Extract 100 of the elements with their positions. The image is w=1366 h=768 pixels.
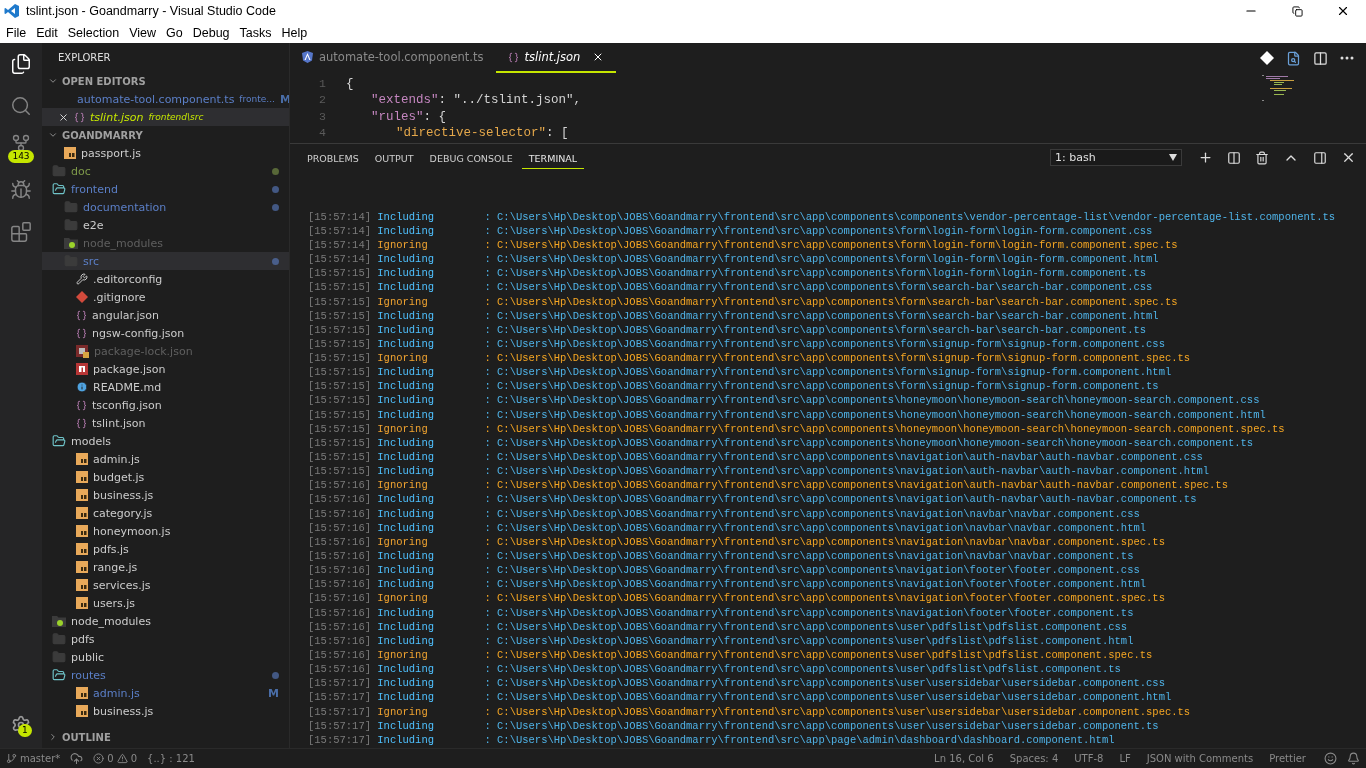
status-item[interactable]: Prettier xyxy=(1269,753,1306,764)
log-path: : C:\Users\Hp\Desktop\JOBS\Goandmarry\frontend\src\app\components\navigation\footer\footer.component.spec.ts xyxy=(484,591,1165,606)
js-file-icon xyxy=(76,489,88,501)
tree-item[interactable]: pdfs.js xyxy=(42,540,289,558)
status-item[interactable]: Ln 16, Col 6 xyxy=(934,753,994,764)
panel-tab[interactable]: PROBLEMS xyxy=(300,146,366,169)
log-action: Including xyxy=(377,393,436,408)
file-name: .editorconfig xyxy=(93,272,163,286)
tree-item[interactable]: doc xyxy=(42,162,289,180)
log-path: : C:\Users\Hp\Desktop\JOBS\Goandmarry\frontend\src\app\components\honeymoon\honeymoon-search\honeymoon-search.component.ts xyxy=(484,435,1254,451)
section-header[interactable]: OUTLINE xyxy=(42,728,289,746)
tree-item[interactable]: budget.js xyxy=(42,468,289,486)
close-icon[interactable] xyxy=(58,111,69,123)
tree-item[interactable]: pdfs xyxy=(42,630,289,648)
tree-item[interactable]: range.js xyxy=(42,558,289,576)
section-header[interactable]: OPEN EDITORS xyxy=(42,72,289,90)
log-time: [15:57:15] xyxy=(308,308,371,323)
tree-item[interactable]: users.js xyxy=(42,594,289,612)
log-path: : C:\Users\Hp\Desktop\JOBS\Goandmarry\frontend\src\app\page\admin\dashboard\dashboard.component.html xyxy=(484,732,1115,747)
log-time: [15:57:15] xyxy=(308,407,371,422)
log-path: : C:\Users\Hp\Desktop\JOBS\Goandmarry\frontend\src\app\components\user\pdfslist\pdfslist.component.spec.ts xyxy=(484,648,1153,663)
tree-item[interactable]: services.js xyxy=(42,576,289,594)
tree-item[interactable]: frontend xyxy=(42,180,289,198)
branch-icon xyxy=(6,753,17,764)
panel-tab[interactable]: DEBUG CONSOLE xyxy=(422,146,520,169)
code-line: "rules": { xyxy=(370,108,448,125)
tree-item[interactable]: category.js xyxy=(42,504,289,522)
tree-item[interactable]: models xyxy=(42,432,289,450)
status-item[interactable]: JSON with Comments xyxy=(1146,753,1254,764)
file-name: tsconfig.json xyxy=(92,398,162,412)
status-item[interactable]: Spaces: 4 xyxy=(1009,753,1059,764)
log-path: : C:\Users\Hp\Desktop\JOBS\Goandmarry\frontend\src\app\components\form\login-form\login-form.component.html xyxy=(484,252,1159,267)
open-folder-icon xyxy=(52,668,66,682)
panel-tab[interactable]: TERMINAL xyxy=(521,146,585,169)
more-icon[interactable] xyxy=(1340,56,1354,60)
open-editor-item[interactable]: tslint.json frontend\src xyxy=(42,108,289,126)
file-name: package.json xyxy=(93,362,166,376)
menu-item[interactable]: View xyxy=(124,25,161,40)
window-title: tslint.json - Goandmarry - Visual Studio Code xyxy=(25,4,277,18)
tree-item[interactable]: README.md xyxy=(42,378,289,396)
tree-item[interactable]: tsconfig.json xyxy=(42,396,289,414)
tree-item[interactable]: documentation xyxy=(42,198,289,216)
log-action: Including xyxy=(377,563,436,578)
status-item[interactable]: UTF-8 xyxy=(1074,753,1104,764)
new-terminal-icon xyxy=(1198,150,1213,165)
scm-button[interactable]: 143 xyxy=(6,133,36,163)
status-item[interactable]: {..} : 121 xyxy=(147,753,195,764)
panel-tab[interactable]: OUTPUT xyxy=(367,146,421,169)
log-action: Ignoring xyxy=(377,351,429,366)
editor-tab[interactable]: automate-tool.component.ts xyxy=(290,43,496,73)
settings-button[interactable]: 1 xyxy=(6,710,36,740)
angular-icon xyxy=(302,51,313,63)
tree-item[interactable]: tslint.json xyxy=(42,414,289,432)
tree-item[interactable]: honeymoon.js xyxy=(42,522,289,540)
log-time: [15:57:15] xyxy=(308,351,371,366)
tree-item[interactable]: .editorconfig xyxy=(42,270,289,288)
editor-tab[interactable]: tslint.json xyxy=(495,43,617,73)
tree-item[interactable]: business.js xyxy=(42,486,289,504)
scm-icon xyxy=(11,133,31,153)
tree-item[interactable]: admin.js xyxy=(42,450,289,468)
status-item[interactable]: LF xyxy=(1119,753,1131,764)
tree-item[interactable]: package.json xyxy=(42,360,289,378)
file-name: angular.json xyxy=(92,308,159,322)
open-preview-icon xyxy=(1286,50,1301,66)
file-name: admin.js xyxy=(93,452,140,466)
section-header[interactable]: GOANDMARRY xyxy=(42,126,289,144)
branch-indicator[interactable]: master* xyxy=(6,753,61,764)
problems-indicator[interactable]: 0 0 xyxy=(93,753,137,764)
tree-item[interactable]: admin.js M xyxy=(42,684,289,702)
tree-item[interactable]: business.js xyxy=(42,702,289,720)
menu-item[interactable]: Edit xyxy=(31,25,63,40)
tree-item[interactable]: e2e xyxy=(42,216,289,234)
log-action: Including xyxy=(377,336,436,352)
menu-item[interactable]: Help xyxy=(276,25,313,40)
log-action: Including xyxy=(377,435,436,451)
debug-icon xyxy=(10,179,32,201)
terminal-select[interactable]: 1: bash xyxy=(1050,149,1182,166)
git-icon xyxy=(76,291,88,303)
log-action: Ignoring xyxy=(377,591,429,606)
menu-item[interactable]: Go xyxy=(161,25,188,40)
error-icon xyxy=(93,753,105,764)
tree-item[interactable]: routes xyxy=(42,666,289,684)
tree-item[interactable]: ngsw-config.json xyxy=(42,324,289,342)
menu-item[interactable]: Debug xyxy=(187,25,235,40)
info-icon xyxy=(76,381,88,393)
open-editor-item[interactable]: automate-tool.component.ts fronte... M xyxy=(42,90,289,108)
file-name: models xyxy=(71,434,111,448)
tree-item[interactable]: node_modules xyxy=(42,612,289,630)
log-time: [15:57:16] xyxy=(308,662,371,677)
menu-item[interactable]: File xyxy=(1,25,32,40)
log-action: Including xyxy=(377,365,436,380)
tree-item[interactable]: public xyxy=(42,648,289,666)
menu-item[interactable]: Selection xyxy=(62,25,125,40)
menu-item[interactable]: Tasks xyxy=(234,25,277,40)
sync-icon xyxy=(70,752,84,765)
tree-item[interactable]: angular.json xyxy=(42,306,289,324)
tree-item[interactable]: .gitignore xyxy=(42,288,289,306)
log-time: [15:57:16] xyxy=(308,478,371,493)
tree-item[interactable]: passport.js xyxy=(42,144,289,162)
file-name: frontend xyxy=(71,182,118,196)
